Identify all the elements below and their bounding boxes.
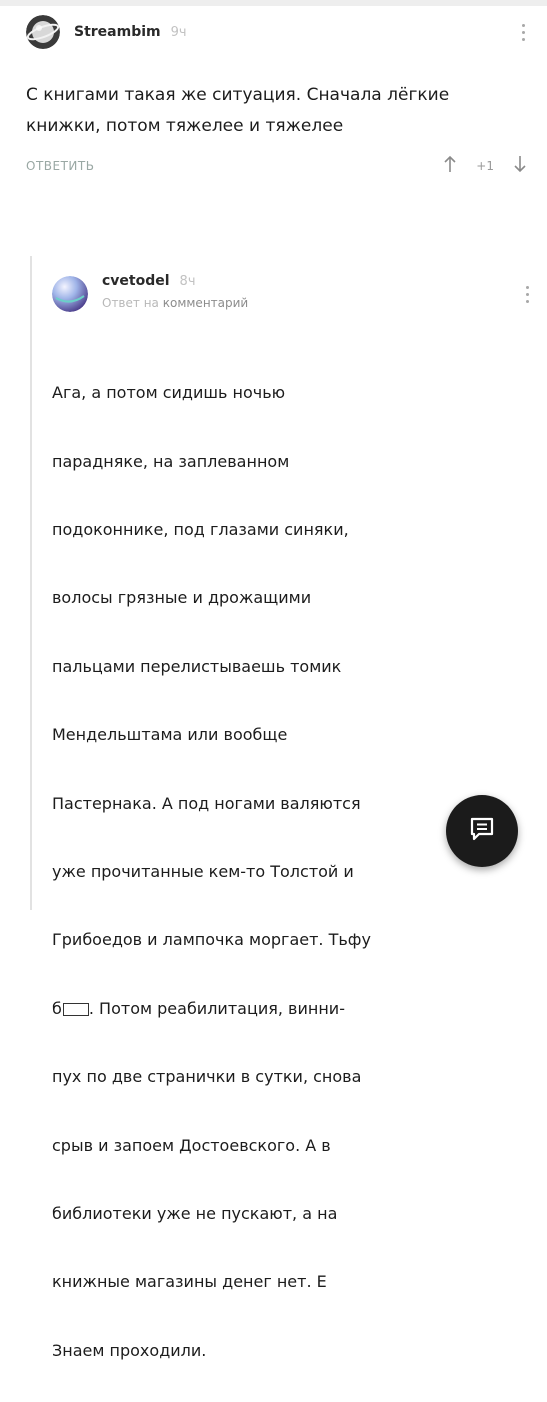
text-line: пальцами перелистываешь томик <box>52 656 342 676</box>
comment-2-time: 8ч <box>179 273 196 289</box>
vote-score: +1 <box>476 159 494 173</box>
text-line: подоконнике, под глазами синяки, <box>52 520 349 540</box>
comment-2-text: Ага, а потом сидишь ночью парадняке, на … <box>52 342 522 1402</box>
text-line: парадняке, на заплеванном <box>52 451 290 471</box>
text-line: Знаем проходили. <box>52 1340 207 1360</box>
reply-reference[interactable]: Ответ на комментарий <box>102 296 248 310</box>
censor-box <box>62 1002 89 1016</box>
text-after-censor: . Потом реабилитация, винни- <box>88 998 345 1018</box>
censored-prefix: б <box>52 998 62 1018</box>
comment-1-username[interactable]: Streambim <box>74 24 161 40</box>
planet-avatar-icon[interactable] <box>26 15 60 49</box>
comment-2-username[interactable]: cvetodel <box>102 273 170 289</box>
text-line-censored: б . Потом реабилитация, винни- <box>52 992 522 1026</box>
comment-1-actions: ОТВЕТИТЬ +1 <box>26 154 526 178</box>
text-line: Ага, а потом сидишь ночью <box>52 383 286 403</box>
top-edge <box>0 0 547 6</box>
comment-icon <box>467 814 497 848</box>
text-line: Мендельштама или вообще <box>52 725 288 745</box>
text-line: Грибоедов и лампочка моргает. Тьфу <box>52 930 371 950</box>
comment-1-time: 9ч <box>170 24 187 40</box>
arrow-up-icon[interactable] <box>444 155 456 177</box>
reply-target-link[interactable]: комментарий <box>163 296 248 310</box>
comment-fab-button[interactable] <box>446 795 518 867</box>
text-line: волосы грязные и дрожащими <box>52 588 312 608</box>
comment-2-header: cvetodel 8ч Ответ на комментарий <box>52 270 530 312</box>
reply-button[interactable]: ОТВЕТИТЬ <box>26 159 94 173</box>
text-line: пух по две странички в сутки, снова <box>52 1067 362 1087</box>
text-line: книжные магазины денег нет. Е <box>52 1272 327 1292</box>
more-vertical-icon[interactable] <box>524 282 530 307</box>
text-line: уже прочитанные кем-то Толстой и <box>52 862 354 882</box>
vote-controls: +1 <box>444 155 526 177</box>
sphere-avatar-icon[interactable] <box>52 276 88 312</box>
arrow-down-icon[interactable] <box>514 155 526 177</box>
more-vertical-icon[interactable] <box>520 20 526 45</box>
text-line: срыв и запоем Достоевского. А в <box>52 1135 331 1155</box>
comment-1-text: С книгами такая же ситуация. Сначала лёг… <box>26 85 450 136</box>
comment-2-meta: cvetodel 8ч Ответ на комментарий <box>102 270 248 310</box>
comment-1: Streambim 9ч С книгами такая же ситуация… <box>26 14 526 178</box>
reply-prefix: Ответ на <box>102 296 159 310</box>
text-line: библиотеки уже не пускают, а на <box>52 1204 338 1224</box>
comment-1-header: Streambim 9ч <box>26 14 526 50</box>
